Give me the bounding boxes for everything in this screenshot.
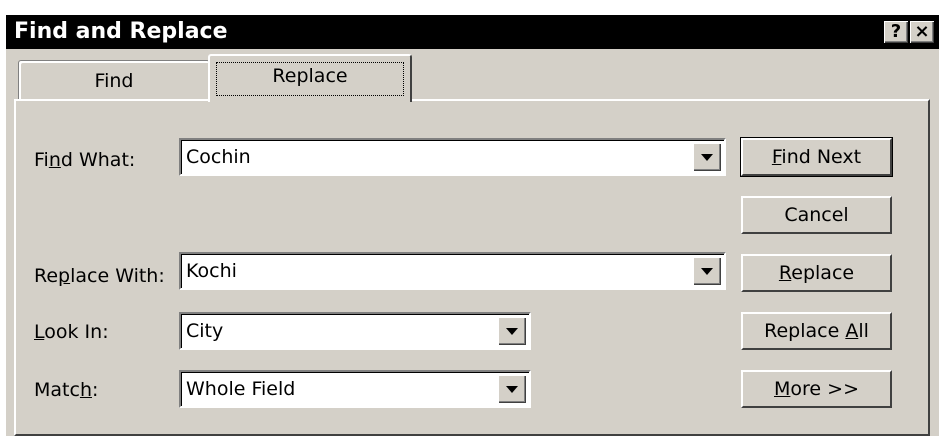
- replace-with-value: Kochi: [186, 260, 237, 282]
- replace-button[interactable]: Replace: [741, 254, 892, 292]
- close-icon: ×: [914, 21, 930, 42]
- more-button[interactable]: More >>: [741, 370, 892, 408]
- find-what-dropdown-button[interactable]: [693, 143, 721, 171]
- tab-find[interactable]: Find: [18, 60, 210, 101]
- match-select[interactable]: Whole Field: [179, 370, 531, 408]
- triangle-down-icon: [506, 386, 518, 393]
- replace-with-field[interactable]: Kochi: [179, 252, 726, 290]
- help-button[interactable]: ?: [884, 21, 908, 43]
- replace-all-button[interactable]: Replace All: [741, 312, 892, 350]
- focus-rect: [216, 62, 404, 96]
- cancel-button[interactable]: Cancel: [741, 196, 892, 234]
- look-in-dropdown-button[interactable]: [498, 317, 526, 345]
- triangle-down-icon: [701, 268, 713, 275]
- match-value: Whole Field: [186, 378, 296, 400]
- replace-with-label: Replace With:: [34, 265, 165, 287]
- find-what-label: Find What:: [34, 149, 136, 171]
- look-in-select[interactable]: City: [179, 312, 531, 350]
- tab-find-label: Find: [94, 70, 134, 92]
- question-icon: ?: [890, 21, 902, 42]
- look-in-label: Look In:: [34, 321, 109, 343]
- replace-with-dropdown-button[interactable]: [693, 257, 721, 285]
- match-label: Match:: [34, 379, 99, 401]
- look-in-value: City: [186, 320, 224, 342]
- find-what-value: Cochin: [186, 146, 251, 168]
- close-button[interactable]: ×: [910, 21, 934, 43]
- find-what-field[interactable]: Cochin: [179, 138, 726, 176]
- triangle-down-icon: [506, 328, 518, 335]
- find-next-button[interactable]: Find Next: [740, 137, 893, 177]
- title-bar[interactable]: Find and Replace ? ×: [6, 15, 939, 49]
- triangle-down-icon: [701, 154, 713, 161]
- window-title: Find and Replace: [14, 19, 228, 44]
- match-dropdown-button[interactable]: [498, 375, 526, 403]
- tab-replace[interactable]: Replace: [208, 54, 412, 102]
